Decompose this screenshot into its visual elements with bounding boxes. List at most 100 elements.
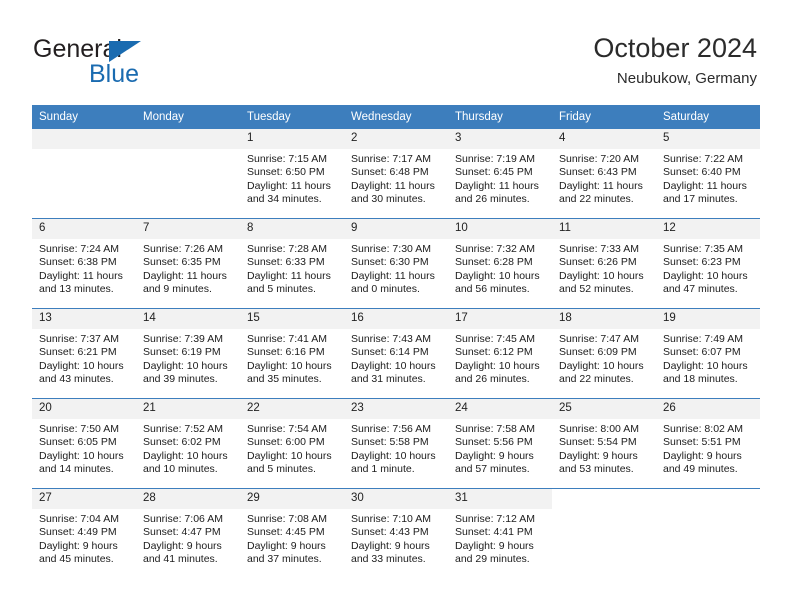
daylight-text: Daylight: 10 hours and 43 minutes.: [39, 359, 124, 386]
day-number: 17: [448, 309, 552, 329]
sunset-text: Sunset: 6:05 PM: [39, 436, 117, 449]
calendar-day-cell[interactable]: 11 Sunrise: 7:33 AM Sunset: 6:26 PM Dayligh…: [552, 218, 656, 309]
calendar-day-cell[interactable]: 28 Sunrise: 7:06 AM Sunset: 4:47 PM Dayligh…: [136, 488, 240, 578]
calendar-day-cell[interactable]: 14 Sunrise: 7:39 AM Sunset: 6:19 PM Dayligh…: [136, 308, 240, 399]
sunrise-text: Sunrise: 7:04 AM: [39, 513, 119, 525]
calendar-day-cell[interactable]: 19 Sunrise: 7:49 AM Sunset: 6:07 PM Dayligh…: [656, 308, 760, 399]
calendar-day-cell[interactable]: 18 Sunrise: 7:47 AM Sunset: 6:09 PM Dayligh…: [552, 308, 656, 399]
calendar-day-cell[interactable]: 9 Sunrise: 7:30 AM Sunset: 6:30 PM Daylight…: [344, 218, 448, 309]
sunset-text: Sunset: 6:43 PM: [559, 166, 637, 179]
calendar-day-cell[interactable]: 21 Sunrise: 7:52 AM Sunset: 6:02 PM Dayligh…: [136, 398, 240, 489]
calendar-day-cell[interactable]: 5 Sunrise: 7:22 AM Sunset: 6:40 PM Daylight…: [656, 129, 760, 219]
sunrise-text: Sunrise: 7:50 AM: [39, 423, 119, 435]
day-sun-info: Sunrise: 7:28 AM Sunset: 6:33 PM Daylight:…: [240, 239, 344, 297]
sunrise-text: Sunrise: 7:58 AM: [455, 423, 535, 435]
day-sun-info: Sunrise: 7:58 AM Sunset: 5:56 PM Daylight:…: [448, 419, 552, 477]
day-number: [32, 129, 136, 149]
calendar-day-cell[interactable]: 25 Sunrise: 8:00 AM Sunset: 5:54 PM Dayligh…: [552, 398, 656, 489]
weekday-header-saturday: Saturday: [656, 105, 760, 129]
calendar-day-cell[interactable]: 16 Sunrise: 7:43 AM Sunset: 6:14 PM Dayligh…: [344, 308, 448, 399]
daylight-text: Daylight: 11 hours and 13 minutes.: [39, 269, 123, 296]
calendar-day-cell[interactable]: 8 Sunrise: 7:28 AM Sunset: 6:33 PM Daylight…: [240, 218, 344, 309]
daylight-text: Daylight: 11 hours and 9 minutes.: [143, 269, 227, 296]
sunrise-text: Sunrise: 7:30 AM: [351, 243, 431, 255]
day-sun-info: Sunrise: 7:08 AM Sunset: 4:45 PM Daylight:…: [240, 509, 344, 567]
calendar-day-cell[interactable]: 12 Sunrise: 7:35 AM Sunset: 6:23 PM Dayligh…: [656, 218, 760, 309]
sunrise-text: Sunrise: 7:43 AM: [351, 333, 431, 345]
sunrise-text: Sunrise: 7:20 AM: [559, 153, 639, 165]
day-number: 5: [656, 129, 760, 149]
daylight-text: Daylight: 10 hours and 31 minutes.: [351, 359, 436, 386]
day-sun-info: Sunrise: 7:41 AM Sunset: 6:16 PM Daylight:…: [240, 329, 344, 387]
calendar-day-cell[interactable]: 13 Sunrise: 7:37 AM Sunset: 6:21 PM Dayligh…: [32, 308, 136, 399]
calendar-header-row: Sunday Monday Tuesday Wednesday Thursday…: [32, 105, 760, 129]
day-number: 18: [552, 309, 656, 329]
day-number: 7: [136, 219, 240, 239]
calendar-day-cell[interactable]: 24 Sunrise: 7:58 AM Sunset: 5:56 PM Dayligh…: [448, 398, 552, 489]
sunrise-text: Sunrise: 7:15 AM: [247, 153, 327, 165]
daylight-text: Daylight: 9 hours and 53 minutes.: [559, 449, 638, 476]
calendar-day-cell[interactable]: 20 Sunrise: 7:50 AM Sunset: 6:05 PM Dayligh…: [32, 398, 136, 489]
sunrise-text: Sunrise: 7:28 AM: [247, 243, 327, 255]
weekday-header-sunday: Sunday: [32, 105, 136, 129]
sunrise-text: Sunrise: 7:17 AM: [351, 153, 431, 165]
sunset-text: Sunset: 6:07 PM: [663, 346, 741, 359]
day-number: 31: [448, 489, 552, 509]
daylight-text: Daylight: 10 hours and 18 minutes.: [663, 359, 748, 386]
calendar-day-cell[interactable]: 4 Sunrise: 7:20 AM Sunset: 6:43 PM Daylight…: [552, 129, 656, 219]
day-sun-info: Sunrise: 7:17 AM Sunset: 6:48 PM Daylight:…: [344, 149, 448, 207]
day-number: 29: [240, 489, 344, 509]
calendar-day-cell[interactable]: 29 Sunrise: 7:08 AM Sunset: 4:45 PM Dayligh…: [240, 488, 344, 578]
day-number: [136, 129, 240, 149]
calendar-day-cell[interactable]: 10 Sunrise: 7:32 AM Sunset: 6:28 PM Dayligh…: [448, 218, 552, 309]
calendar-day-cell[interactable]: 6 Sunrise: 7:24 AM Sunset: 6:38 PM Daylight…: [32, 218, 136, 309]
daylight-text: Daylight: 10 hours and 39 minutes.: [143, 359, 228, 386]
brand-logo[interactable]: General Blue: [33, 36, 263, 88]
day-number: 25: [552, 399, 656, 419]
weekday-header-tuesday: Tuesday: [240, 105, 344, 129]
sunrise-text: Sunrise: 7:35 AM: [663, 243, 743, 255]
calendar-day-cell[interactable]: 26 Sunrise: 8:02 AM Sunset: 5:51 PM Dayligh…: [656, 398, 760, 489]
sunset-text: Sunset: 6:00 PM: [247, 436, 325, 449]
weekday-header-friday: Friday: [552, 105, 656, 129]
day-sun-info: Sunrise: 7:32 AM Sunset: 6:28 PM Daylight:…: [448, 239, 552, 297]
calendar-day-cell[interactable]: 23 Sunrise: 7:56 AM Sunset: 5:58 PM Dayligh…: [344, 398, 448, 489]
day-number: 24: [448, 399, 552, 419]
calendar-day-cell[interactable]: 1 Sunrise: 7:15 AM Sunset: 6:50 PM Daylight…: [240, 129, 344, 219]
calendar-week-row: 27 Sunrise: 7:04 AM Sunset: 4:49 PM Dayligh…: [32, 488, 760, 578]
sunrise-text: Sunrise: 7:52 AM: [143, 423, 223, 435]
daylight-text: Daylight: 9 hours and 41 minutes.: [143, 539, 222, 566]
sunrise-text: Sunrise: 7:32 AM: [455, 243, 535, 255]
day-sun-info: Sunrise: 7:06 AM Sunset: 4:47 PM Daylight:…: [136, 509, 240, 567]
sunrise-text: Sunrise: 7:06 AM: [143, 513, 223, 525]
sunrise-text: Sunrise: 7:33 AM: [559, 243, 639, 255]
sunset-text: Sunset: 5:54 PM: [559, 436, 637, 449]
sunrise-text: Sunrise: 8:02 AM: [663, 423, 743, 435]
day-number: 11: [552, 219, 656, 239]
calendar-day-cell[interactable]: 2 Sunrise: 7:17 AM Sunset: 6:48 PM Daylight…: [344, 129, 448, 219]
calendar-day-cell[interactable]: 30 Sunrise: 7:10 AM Sunset: 4:43 PM Dayligh…: [344, 488, 448, 578]
day-sun-info: Sunrise: 7:43 AM Sunset: 6:14 PM Daylight:…: [344, 329, 448, 387]
sunset-text: Sunset: 4:41 PM: [455, 526, 533, 539]
calendar-day-cell[interactable]: 3 Sunrise: 7:19 AM Sunset: 6:45 PM Daylight…: [448, 129, 552, 219]
calendar-day-cell[interactable]: 22 Sunrise: 7:54 AM Sunset: 6:00 PM Dayligh…: [240, 398, 344, 489]
calendar-day-cell[interactable]: 15 Sunrise: 7:41 AM Sunset: 6:16 PM Dayligh…: [240, 308, 344, 399]
day-number: 27: [32, 489, 136, 509]
calendar-day-cell[interactable]: 27 Sunrise: 7:04 AM Sunset: 4:49 PM Dayligh…: [32, 488, 136, 578]
day-number: 13: [32, 309, 136, 329]
daylight-text: Daylight: 10 hours and 35 minutes.: [247, 359, 332, 386]
calendar-day-cell[interactable]: 17 Sunrise: 7:45 AM Sunset: 6:12 PM Dayligh…: [448, 308, 552, 399]
day-sun-info: Sunrise: 7:35 AM Sunset: 6:23 PM Daylight:…: [656, 239, 760, 297]
day-number: 23: [344, 399, 448, 419]
calendar-empty-cell: [32, 129, 136, 219]
sunset-text: Sunset: 6:16 PM: [247, 346, 325, 359]
calendar-day-cell[interactable]: 7 Sunrise: 7:26 AM Sunset: 6:35 PM Daylight…: [136, 218, 240, 309]
sunrise-text: Sunrise: 7:22 AM: [663, 153, 743, 165]
sunset-text: Sunset: 6:48 PM: [351, 166, 429, 179]
day-sun-info: Sunrise: 7:45 AM Sunset: 6:12 PM Daylight:…: [448, 329, 552, 387]
calendar-day-cell[interactable]: 31 Sunrise: 7:12 AM Sunset: 4:41 PM Dayligh…: [448, 488, 552, 578]
calendar-empty-cell: [136, 129, 240, 219]
sunrise-text: Sunrise: 7:45 AM: [455, 333, 535, 345]
calendar-grid: Sunday Monday Tuesday Wednesday Thursday…: [32, 105, 760, 578]
day-sun-info: Sunrise: 7:52 AM Sunset: 6:02 PM Daylight:…: [136, 419, 240, 477]
